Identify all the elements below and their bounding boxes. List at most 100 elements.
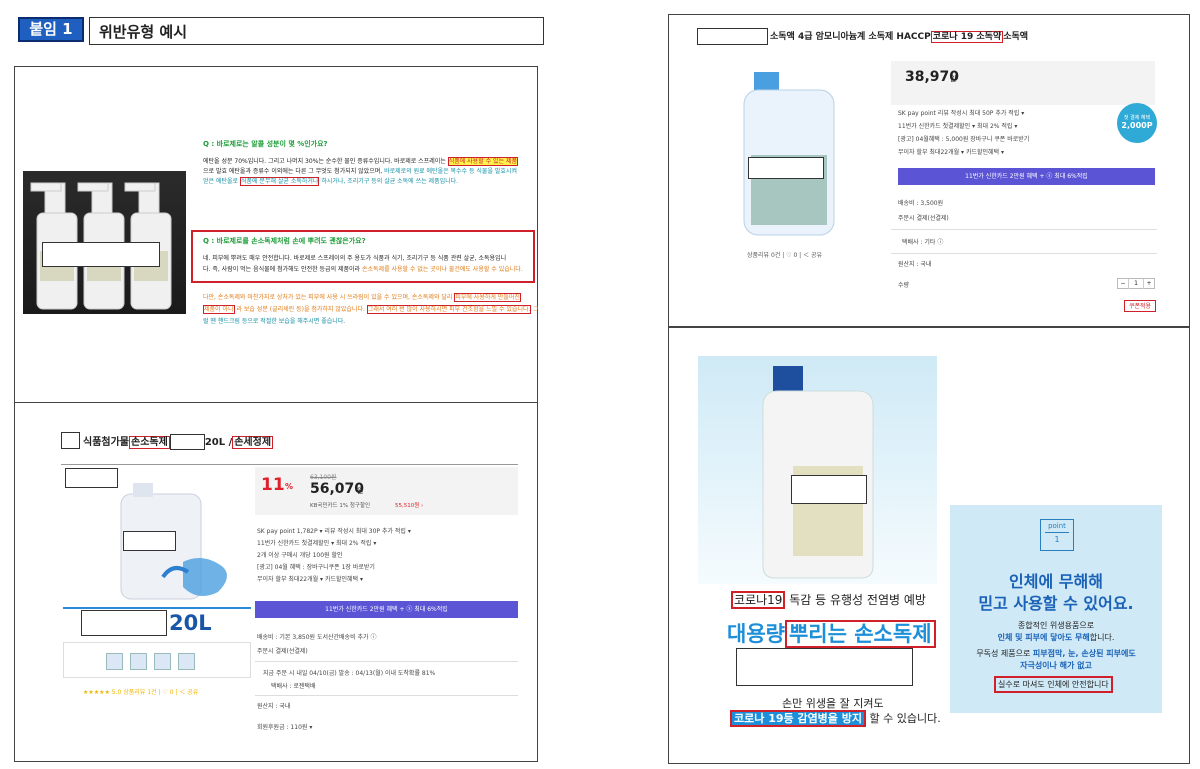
highlight-spray-sanitizer: 뿌리는 손소독제 bbox=[784, 620, 936, 648]
benefit-list: SK pay point 리뷰 작성시 최대 50P 추가 적립 ▾ 11번가 … bbox=[898, 109, 1029, 157]
title-part-a: 식품첨가물 bbox=[83, 437, 129, 448]
highlight-safe-if-swallowed: 실수로 마셔도 인체에 안전합니다 bbox=[994, 676, 1113, 693]
shipping-fee: 배송비 : 3,500원 bbox=[898, 200, 944, 207]
title-part-c: 20L / bbox=[204, 437, 233, 448]
origin: 원산지 : 국내 bbox=[257, 703, 291, 710]
card-line-1: 종합적인 위생용품으로 bbox=[1017, 621, 1095, 630]
price-block: 11 % 63,100원 56,070 원 KB국민카드 1% 청구할인 55,… bbox=[255, 467, 518, 515]
benefit-row: [광고] 04월혜택 : 5,000원 장바구니 쿠폰 바로받기 bbox=[898, 136, 1030, 143]
redacted-brand bbox=[697, 28, 768, 45]
header-title-box: 위반유형 예시 bbox=[89, 17, 544, 45]
payment-method: 주문시 결제(선결제) bbox=[898, 215, 949, 222]
bottle-illustration bbox=[743, 72, 835, 236]
answer-1-line-3: 얻은 에탄올로 bbox=[203, 178, 239, 185]
benefit-row: 2개 이상 구매시 개당 100원 할인 bbox=[257, 552, 343, 559]
badge-line-2: 2,000P bbox=[1121, 121, 1153, 130]
card-line-2b: 합니다. bbox=[1089, 633, 1115, 642]
title-hand-cleanser: 손세정제 bbox=[232, 436, 274, 449]
answer-1-line-2b: 바로제로의 원료 에탄올은 목수수 등 식물을 발효시켜 bbox=[384, 168, 517, 175]
divider bbox=[61, 464, 518, 465]
redacted-brand bbox=[61, 432, 80, 449]
coupon-button[interactable]: 쿠폰적용 bbox=[1124, 300, 1156, 312]
answer-1-line-1: 에탄올 성분 70%입니다. 그리고 나머지 30%는 순수한 물인 증류수입니… bbox=[203, 158, 446, 165]
price-unit: 원 bbox=[950, 75, 957, 83]
redacted-label bbox=[748, 157, 824, 179]
ad-panel: 코로나19 독감 등 유행성 전염병 예방 대용량 뿌리는 손소독제 손만 위생을… bbox=[668, 327, 1190, 764]
answer-2-line-2b: 손소독제를 사용할 수 없는 곳이나 물건에도 사용할 수 있습니다. bbox=[362, 266, 523, 273]
ad-line-3-text: 할 수 있습니다. bbox=[869, 712, 941, 725]
blue-line bbox=[63, 607, 251, 609]
shinhan-card-button[interactable]: 11번가 신한카드 2만원 혜택 + ⓢ 최대 6%적립 bbox=[898, 168, 1155, 185]
redacted-label bbox=[123, 531, 176, 551]
redacted-label bbox=[42, 242, 160, 267]
ad-line-1-text: 독감 등 유행성 전염병 예방 bbox=[789, 593, 926, 607]
card-line-4: 자극성이나 해가 없고 bbox=[1020, 661, 1092, 670]
delivery-estimate: 지금 주문 시 내일 04/10(금) 발송 : 04/13(월) 이내 도착확… bbox=[263, 670, 436, 677]
highlight-skin-use-2: 제품이 아니 bbox=[203, 305, 235, 314]
card-discount-amount: 55,510원 › bbox=[395, 503, 424, 509]
card-line-3b: 피부점막, 눈, 손상된 피부에도 bbox=[1032, 649, 1136, 658]
redacted-text bbox=[736, 648, 913, 686]
quantity-label: 수량 bbox=[898, 282, 910, 289]
answer-3-line-1: 다만, 손소독제와 마찬가지로 상처가 있는 피부에 사용 시 쓰라림이 있을 … bbox=[203, 294, 453, 301]
gallon-bottle-illustration bbox=[762, 366, 874, 579]
benefit-row: SK pay point 1,782P ▾ 리뷰 작성시 최대 30P 추가 적… bbox=[257, 528, 411, 535]
payment-method: 주문시 결제(선결제) bbox=[257, 648, 308, 655]
card-headline-1: 인체에 무해해 bbox=[1009, 572, 1103, 591]
discount-rate: 11 bbox=[261, 475, 285, 495]
card-headline-2: 믿고 사용할 수 있어요. bbox=[978, 594, 1134, 613]
rating-social: ★★★★★ 5.0 상품리뷰 1건 | ♡ 0 | ＜ 공유 bbox=[83, 688, 198, 697]
ad-headline: 대용량 뿌리는 손소독제 bbox=[727, 618, 936, 648]
carrier: 택배사 : 기타 ⓘ bbox=[902, 239, 944, 246]
shinhan-card-button[interactable]: 11번가 신한카드 2만원 혜택 + ⓢ 최대 6%적립 bbox=[255, 601, 518, 618]
title-covid-disinfectant: 코로나 19 소독약 bbox=[930, 31, 1004, 43]
ad-line-3: 코로나 19등 감염병을 방지 할 수 있습니다. bbox=[730, 710, 941, 727]
quantity-stepper[interactable]: − 1 + bbox=[1117, 278, 1155, 289]
qa-panel: Q : 바로제로는 알콜 성분이 몇 %인가요? 에탄올 성분 70%입니다. … bbox=[14, 66, 539, 403]
page-title: 위반유형 예시 bbox=[99, 23, 188, 41]
benefit-row: SK pay point 리뷰 작성시 최대 50P 추가 적립 ▾ bbox=[898, 110, 1025, 117]
headline-part-1: 대용량 bbox=[727, 622, 785, 646]
carrier: 택배사 : 로젠택배 bbox=[271, 683, 316, 690]
benefit-list: SK pay point 1,782P ▾ 리뷰 작성시 최대 30P 추가 적… bbox=[257, 527, 411, 584]
benefit-row: [광고] 04월 혜택 : 장바구니쿠폰 1장 바로받기 bbox=[257, 564, 375, 571]
question-2: Q : 바로제로를 손소독제처럼 손에 뿌려도 괜찮은가요? bbox=[203, 237, 366, 245]
attachment-tag-text: 붙임 1 bbox=[29, 20, 73, 38]
answer-3-line-2: 라 보습 성분 (글리세린 등)을 첨가하지 않았습니다. bbox=[236, 306, 365, 313]
member-points: 회원후원금 : 110원 ▾ bbox=[257, 724, 313, 731]
redacted-name bbox=[81, 610, 167, 636]
sale-price: 56,070 bbox=[310, 481, 365, 497]
first-payment-badge: 첫 결제 혜택 2,000P bbox=[1117, 103, 1157, 143]
product-4l-panel: 소독액 4급 암모니아늄계 소독제 HACCP 코로나 19 소독약 소독액 상품리… bbox=[668, 14, 1190, 327]
social-row: 상품리뷰 0건 | ♡ 0 | ＜ 공유 bbox=[747, 252, 823, 259]
discount-pct: % bbox=[285, 482, 294, 491]
highlight-food-use: 식품에 사용할 수 있는 제품 bbox=[447, 157, 519, 166]
ad-line-1: 코로나19 독감 등 유행성 전염병 예방 bbox=[731, 591, 926, 609]
answer-1-line-2: 으로 발효 에탄올과 증류수 이외에는 다른 그 무엇도 첨가되지 않았으며, bbox=[203, 168, 383, 175]
benefit-row: 11번가 신한카드 첫결제할인 ▾ 최대 2% 적립 ▾ bbox=[257, 540, 377, 547]
question-2-box: Q : 바로제로를 손소독제처럼 손에 뿌려도 괜찮은가요? 네. 피부에 뿌려… bbox=[191, 230, 535, 283]
title-hand-sanitizer: 손소독제 bbox=[129, 436, 170, 449]
thumbnail-strip[interactable] bbox=[63, 642, 251, 678]
quantity-value: 1 bbox=[1134, 280, 1138, 287]
answer-1-line-3b: 하시거나, 조리기구 등의 살균 소독에 쓰는 제품입니다. bbox=[321, 178, 459, 185]
redacted-logo bbox=[65, 468, 118, 488]
shipping-info: 배송비 : 3,500원 주문시 결제(선결제) bbox=[898, 199, 949, 223]
answer-3-line-3: 럴 땐 핸드크림 등으로 적절한 보습을 해주시면 좋습니다. bbox=[203, 318, 346, 325]
point-card: point 1 인체에 무해해 믿고 사용할 수 있어요. 종합적인 위생용품으… bbox=[950, 505, 1162, 713]
product-20l-panel: 식품첨가물 손소독제 20L / 손세정제 20L ★★★★★ 5.0 상품리뷰 1건… bbox=[14, 402, 538, 762]
card-line-3a: 무독성 제품으로 bbox=[976, 649, 1031, 658]
original-price: 63,100원 bbox=[310, 474, 337, 481]
benefit-row: 11번가 신한카드 첫결제할인 ▾ 최대 2% 적립 ▾ bbox=[898, 123, 1018, 130]
highlight-covid19: 코로나19 bbox=[731, 591, 786, 609]
benefit-row: 무이자 할부 최대22개월 ▾ 카드할인혜택 ▾ bbox=[898, 149, 1004, 156]
ad-bottle-image bbox=[698, 356, 937, 584]
product-title: 식품첨가물 손소독제 20L / 손세정제 bbox=[83, 433, 274, 450]
delivery-info: 지금 주문 시 내일 04/10(금) 발송 : 04/13(월) 이내 도착확… bbox=[263, 669, 435, 691]
size-label: 20L bbox=[169, 611, 212, 635]
shipping-info: 배송비 : 기본 3,850원 도서산간배송비 추가 ⓘ 주문시 결제(선결제) bbox=[257, 633, 376, 656]
origin: 원산지 : 국내 bbox=[898, 261, 932, 268]
highlight-infection-prevention: 코로나 19등 감염병을 방지 bbox=[730, 710, 866, 727]
price-block: 38,970 원 bbox=[891, 61, 1155, 105]
question-1: Q : 바로제로는 알콜 성분이 몇 %인가요? bbox=[203, 140, 328, 148]
